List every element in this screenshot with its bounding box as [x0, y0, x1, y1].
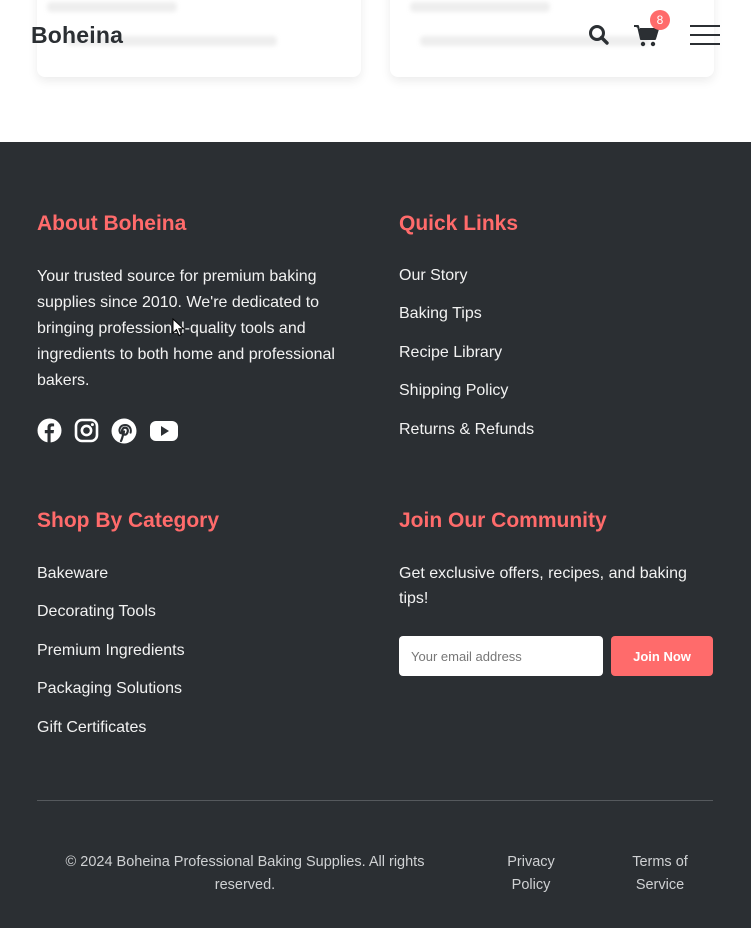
about-title: About Boheina — [37, 212, 187, 235]
search-icon — [589, 25, 609, 45]
search-button[interactable] — [586, 22, 612, 48]
quick-links-list: Our Story Baking Tips Recipe Library Shi… — [399, 266, 534, 458]
quick-links-title: Quick Links — [399, 212, 519, 235]
quick-link-baking-tips[interactable]: Baking Tips — [399, 304, 534, 342]
site-header: Boheina 8 — [0, 0, 751, 72]
category-link-premium-ingredients[interactable]: Premium Ingredients — [37, 641, 185, 679]
category-title: Shop By Category — [37, 509, 220, 532]
brand-logo[interactable]: Boheina — [31, 22, 123, 49]
quick-link-our-story[interactable]: Our Story — [399, 266, 534, 304]
terms-of-service-link[interactable]: Terms of Service — [622, 851, 698, 897]
category-link-gift-certificates[interactable]: Gift Certificates — [37, 718, 185, 756]
facebook-icon[interactable] — [37, 418, 62, 448]
social-links — [37, 418, 179, 449]
join-now-button[interactable]: Join Now — [611, 636, 713, 676]
quick-link-recipe-library[interactable]: Recipe Library — [399, 343, 534, 381]
pinterest-icon[interactable] — [111, 418, 137, 449]
about-description: Your trusted source for premium baking s… — [37, 268, 335, 389]
hamburger-menu-button[interactable] — [690, 25, 722, 47]
footer-divider — [37, 800, 713, 801]
cart-count-badge: 8 — [650, 10, 670, 30]
hamburger-menu-icon — [690, 25, 720, 27]
copyright-text: © 2024 Boheina Professional Baking Suppl… — [65, 854, 425, 893]
category-list: Bakeware Decorating Tools Premium Ingred… — [37, 564, 185, 756]
privacy-policy-link[interactable]: Privacy Policy — [495, 851, 567, 897]
email-input[interactable] — [399, 636, 603, 676]
site-footer: About Boheina Your trusted source for pr… — [0, 142, 751, 928]
category-link-decorating-tools[interactable]: Decorating Tools — [37, 602, 185, 640]
quick-link-shipping-policy[interactable]: Shipping Policy — [399, 381, 534, 419]
quick-link-returns-refunds[interactable]: Returns & Refunds — [399, 420, 534, 458]
community-description: Get exclusive offers, recipes, and bakin… — [399, 565, 687, 607]
instagram-icon[interactable] — [74, 418, 99, 448]
category-link-bakeware[interactable]: Bakeware — [37, 564, 185, 602]
category-link-packaging-solutions[interactable]: Packaging Solutions — [37, 679, 185, 717]
youtube-icon[interactable] — [149, 420, 179, 447]
community-title: Join Our Community — [399, 509, 607, 532]
